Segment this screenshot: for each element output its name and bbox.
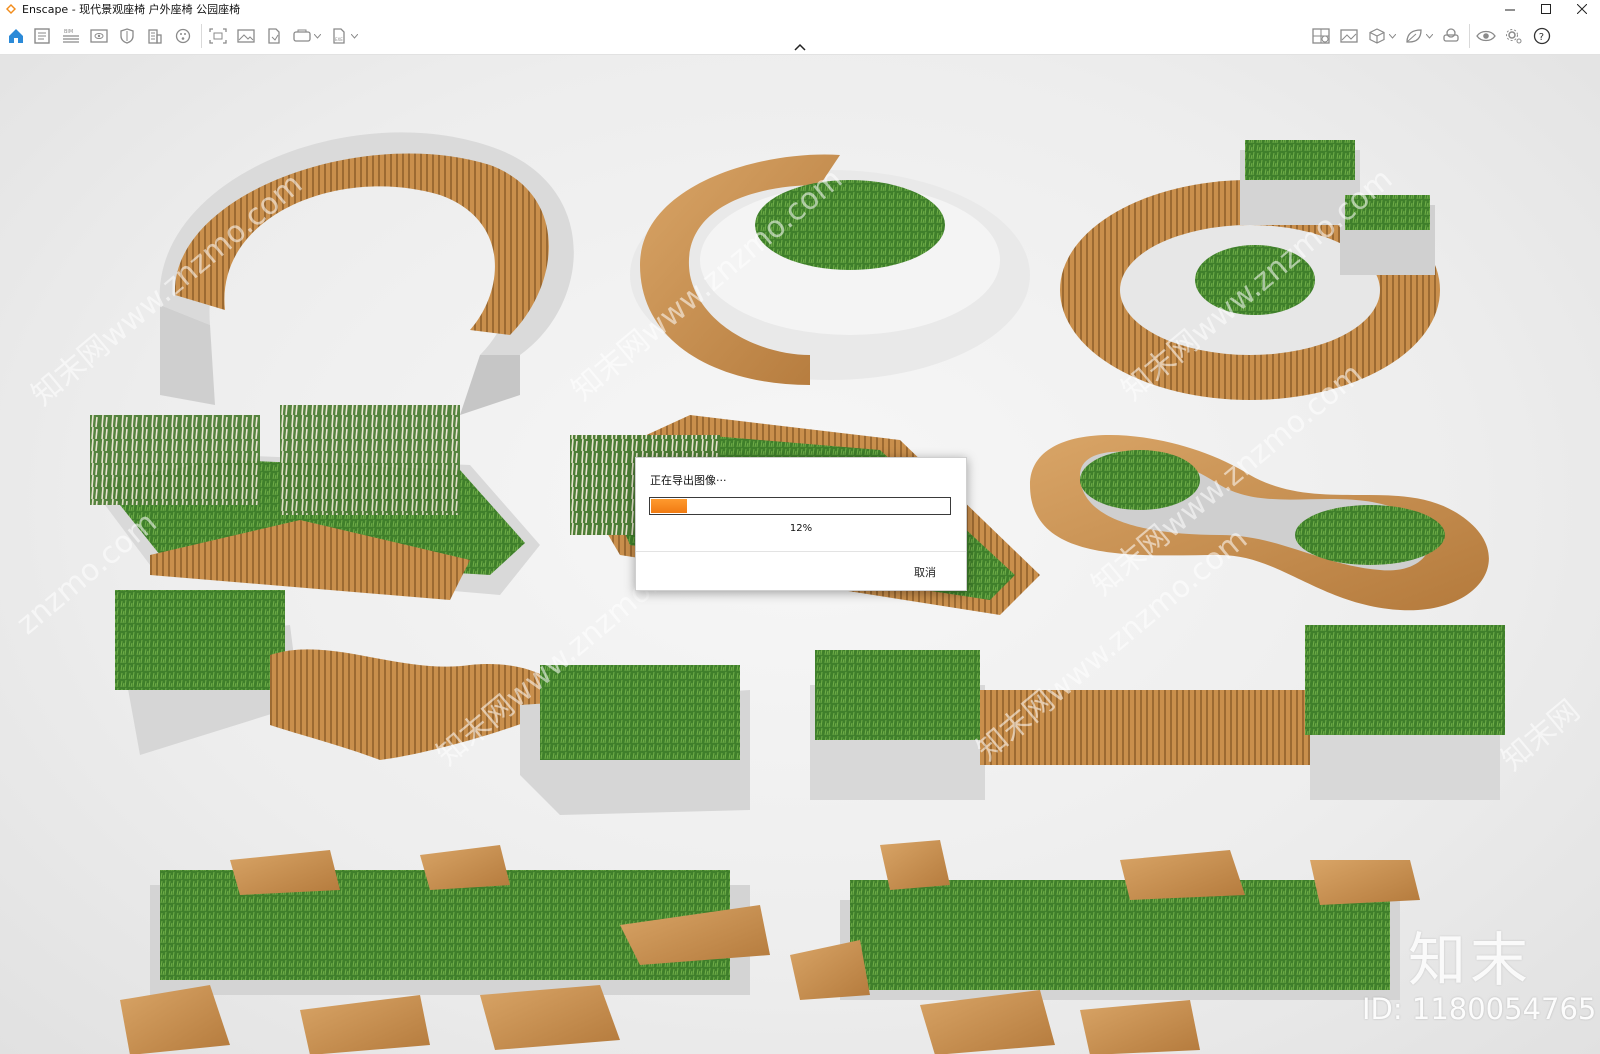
toolbar-left-group: BIM EXE [7, 18, 366, 54]
title-bar: Enscape - 现代景观座椅 户外座椅 公园座椅 [0, 0, 1600, 18]
wave-bench-model [115, 590, 750, 815]
progress-fill [651, 499, 687, 513]
toolbar-right-group: ? [1311, 18, 1560, 54]
hex-planter-left-model [120, 845, 770, 1054]
leaf-icon [1406, 29, 1422, 43]
svg-text:EXE: EXE [335, 37, 343, 42]
enscape-logo-icon [6, 4, 16, 14]
model-button[interactable] [1367, 23, 1396, 49]
chevron-down-icon [351, 33, 358, 39]
help-button[interactable]: ? [1532, 23, 1552, 49]
window-title: Enscape - 现代景观座椅 户外座椅 公园座椅 [22, 3, 241, 16]
toolbar-separator [201, 24, 202, 48]
vr-button[interactable] [1441, 23, 1461, 49]
help-icon: ? [1533, 27, 1551, 45]
vr-headset-icon [1443, 28, 1459, 42]
watermark-id: ID: 1180054765 [1362, 992, 1597, 1026]
chevron-down-icon [1426, 33, 1433, 39]
palette-icon [175, 28, 191, 44]
progress-bar [649, 497, 951, 515]
collapse-toolbar-icon[interactable] [792, 42, 808, 52]
settings-icon [1506, 29, 1522, 44]
toolbar-separator [1469, 24, 1470, 48]
maximize-button[interactable] [1528, 0, 1564, 18]
chevron-down-icon [314, 33, 321, 39]
svg-text:?: ? [1539, 32, 1544, 43]
bim-icon: BIM [63, 29, 79, 43]
cancel-button[interactable]: 取消 [914, 564, 936, 580]
image-icon [237, 29, 255, 43]
notes-button[interactable] [33, 23, 53, 49]
export-file-button[interactable] [264, 23, 284, 49]
minimize-icon [1505, 9, 1515, 11]
straight-bench-model [810, 625, 1505, 800]
visibility-icon [1476, 30, 1496, 42]
export-progress-dialog: 正在导出图像··· 12% 取消 [635, 457, 967, 591]
vegetation-button[interactable] [1404, 23, 1433, 49]
picture-icon [1340, 29, 1358, 43]
image-library-button[interactable] [1339, 23, 1359, 49]
asset-library-icon [1312, 28, 1330, 44]
eye-view-icon [90, 29, 108, 43]
chevron-down-icon [1389, 33, 1396, 39]
cube-icon [1369, 28, 1385, 44]
bim-button[interactable]: BIM [61, 23, 81, 49]
home-button[interactable] [7, 23, 25, 49]
panorama-button[interactable] [292, 23, 321, 49]
shield-icon [120, 28, 134, 44]
asset-library-button[interactable] [1311, 23, 1331, 49]
dialog-divider [636, 551, 966, 552]
screenshot-button[interactable] [208, 23, 228, 49]
home-icon [9, 29, 23, 43]
minimize-button[interactable] [1492, 0, 1528, 18]
dialog-title: 正在导出图像··· [650, 474, 727, 487]
maximize-icon [1541, 4, 1551, 14]
site-context-button[interactable] [145, 23, 165, 49]
material-editor-button[interactable] [173, 23, 193, 49]
batch-render-button[interactable] [236, 23, 256, 49]
hex-planter-right-model [790, 840, 1420, 1054]
notes-icon [34, 28, 50, 44]
close-icon [1577, 4, 1587, 14]
panorama-icon [293, 29, 311, 42]
svg-text:BIM: BIM [64, 29, 73, 35]
export-menu-button[interactable]: EXE [329, 23, 358, 49]
watermark-logo: 知末 [1408, 926, 1533, 994]
close-button[interactable] [1564, 0, 1600, 18]
settings-button[interactable] [1504, 23, 1524, 49]
batch-export-icon: EXE [333, 28, 345, 44]
progress-percent: 12% [789, 523, 813, 534]
screenshot-icon [209, 28, 227, 44]
building-icon [148, 29, 162, 44]
visual-settings-button[interactable] [1476, 23, 1496, 49]
file-export-icon [268, 28, 280, 44]
round-bench-model [159, 132, 574, 415]
views-button[interactable] [89, 23, 109, 49]
reed-planter-model [90, 405, 540, 600]
section-button[interactable] [117, 23, 137, 49]
